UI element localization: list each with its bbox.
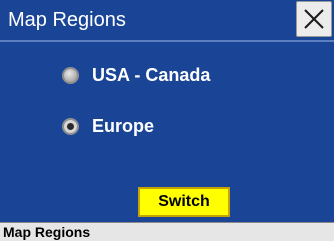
region-label-usa-canada: USA - Canada: [92, 65, 211, 85]
title-bar: Map Regions: [0, 0, 334, 41]
region-option-europe[interactable]: Europe: [62, 115, 282, 139]
radio-button-usa-canada[interactable]: [62, 67, 79, 84]
status-bar: Map Regions: [0, 222, 334, 241]
close-icon: [304, 9, 324, 29]
region-label-europe: Europe: [92, 116, 155, 136]
close-button[interactable]: [296, 1, 332, 37]
status-text: Map Regions: [3, 224, 91, 240]
region-option-usa-canada[interactable]: USA - Canada: [62, 64, 282, 88]
window-title: Map Regions: [8, 9, 126, 31]
title-divider: [0, 40, 334, 42]
radio-button-europe[interactable]: [62, 118, 79, 135]
switch-button[interactable]: Switch: [138, 187, 230, 217]
